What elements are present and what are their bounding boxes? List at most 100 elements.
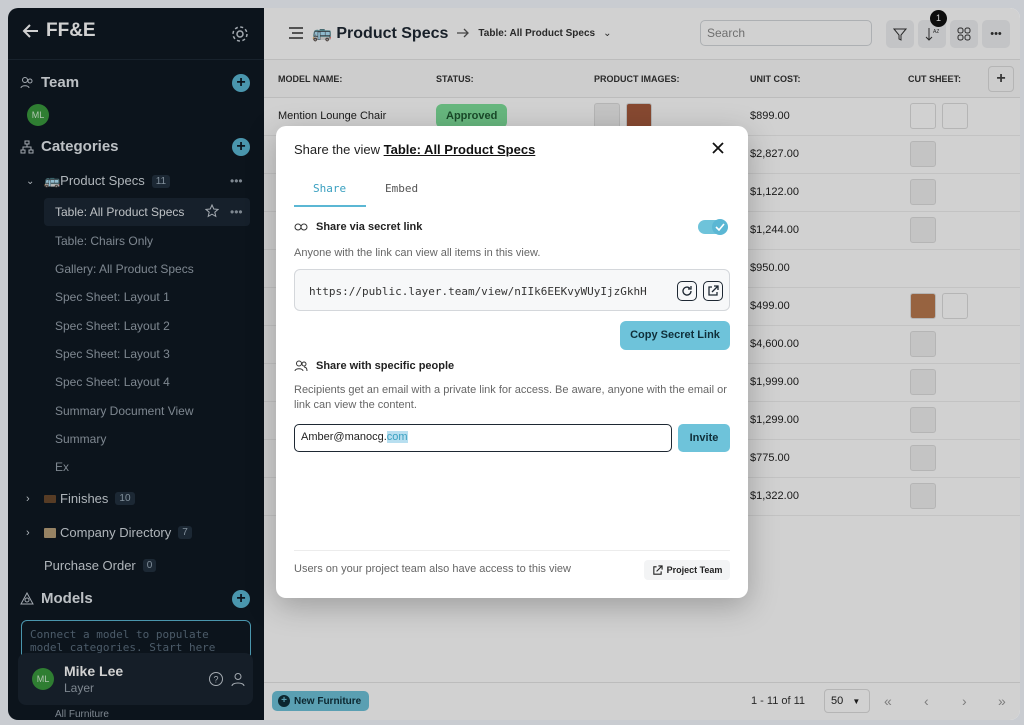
cut-sheet-thumb[interactable]: [910, 445, 936, 471]
column-header[interactable]: STATUS:: [436, 74, 474, 84]
caret-down-icon: ▼: [852, 697, 861, 706]
secret-link-field[interactable]: https://public.layer.team/view/nIIk6EEKv…: [294, 269, 730, 311]
cut-sheet-thumb[interactable]: [942, 293, 968, 319]
sidebar-view-item[interactable]: Summary: [55, 432, 106, 446]
category-label: Company Directory: [60, 525, 172, 540]
tab-share[interactable]: Share: [313, 182, 346, 195]
profile-icon[interactable]: [230, 671, 246, 687]
unit-cost-cell: $2,827.00: [750, 148, 799, 160]
add-model-button[interactable]: +: [232, 590, 250, 608]
avatar: ML: [32, 668, 54, 690]
email-input[interactable]: Amber@manocg.com: [294, 424, 672, 452]
column-header[interactable]: MODEL NAME:: [278, 74, 342, 84]
invite-button[interactable]: Invite: [678, 424, 730, 452]
sidebar-view-item[interactable]: Table: Chairs Only: [55, 234, 153, 248]
secret-link-heading-text: Share via secret link: [316, 221, 423, 233]
close-icon[interactable]: [710, 140, 726, 156]
hierarchy-icon: [20, 140, 34, 153]
category-purchase-order[interactable]: Purchase Order 0: [44, 558, 157, 573]
add-team-button[interactable]: +: [232, 74, 250, 92]
view-selector[interactable]: Table: All Product Specs: [478, 28, 595, 39]
more-icon[interactable]: •••: [230, 174, 243, 188]
tab-embed[interactable]: Embed: [385, 182, 418, 195]
sidebar-view-item[interactable]: Summary Document View: [55, 404, 194, 418]
unit-cost-cell: $1,299.00: [750, 414, 799, 426]
column-header[interactable]: UNIT COST:: [750, 74, 801, 84]
category-product-specs[interactable]: ⌄ 🚌Product Specs 11: [26, 173, 171, 189]
project-team-button[interactable]: Project Team: [644, 560, 730, 580]
regenerate-link-button[interactable]: [677, 281, 697, 301]
user-org: Layer: [64, 681, 95, 695]
secret-link-description: Anyone with the link can view all items …: [294, 247, 541, 259]
chevron-down-icon[interactable]: ⌄: [603, 28, 611, 39]
first-page-icon[interactable]: «: [884, 693, 892, 709]
unit-cost-cell: $1,999.00: [750, 376, 799, 388]
sidebar-view-item[interactable]: Ex: [55, 460, 69, 474]
search-input[interactable]: Search: [700, 20, 872, 46]
sidebar-view-item[interactable]: Spec Sheet: Layout 2: [55, 319, 170, 333]
arrow-right-icon: [457, 28, 470, 38]
cut-sheet-thumb[interactable]: [910, 141, 936, 167]
category-finishes[interactable]: › Finishes 10: [26, 491, 135, 506]
svg-text:?: ?: [213, 675, 218, 685]
copy-secret-link-button[interactable]: Copy Secret Link: [620, 321, 730, 350]
category-company-directory[interactable]: › Company Directory 7: [26, 525, 192, 540]
sidebar-view-item[interactable]: Spec Sheet: Layout 1: [55, 290, 170, 304]
sidebar-view-item[interactable]: Spec Sheet: Layout 4: [55, 375, 170, 389]
chevron-right-icon[interactable]: ›: [26, 527, 40, 539]
cut-sheet-thumb[interactable]: [910, 103, 936, 129]
star-icon[interactable]: [205, 204, 219, 218]
group-button[interactable]: [950, 20, 978, 48]
filter-button[interactable]: [886, 20, 914, 48]
sidebar-view-item[interactable]: Table: All Product Specs: [55, 205, 184, 219]
cut-sheet-thumb[interactable]: [910, 369, 936, 395]
more-options-button[interactable]: •••: [982, 20, 1010, 48]
sidebar-peek-item[interactable]: All Furniture: [55, 709, 109, 720]
models-section-header: Models: [20, 590, 93, 607]
cut-sheet-thumb[interactable]: [942, 103, 968, 129]
add-column-button[interactable]: +: [988, 66, 1014, 92]
team-label: Team: [41, 74, 80, 91]
filter-icon: [893, 28, 907, 41]
next-page-icon[interactable]: ›: [962, 693, 967, 709]
cut-sheet-thumb[interactable]: [910, 331, 936, 357]
status-badge[interactable]: Approved: [436, 104, 508, 128]
project-team-label: Project Team: [666, 565, 723, 575]
unit-cost-cell: $499.00: [750, 300, 790, 312]
brand[interactable]: FF&E: [22, 20, 96, 42]
cut-sheet-thumb[interactable]: [910, 179, 936, 205]
cut-sheet-thumb[interactable]: [910, 483, 936, 509]
new-furniture-button[interactable]: + New Furniture: [272, 691, 370, 711]
secret-link-toggle[interactable]: [698, 219, 728, 235]
gear-icon[interactable]: [230, 24, 250, 44]
help-icon[interactable]: ?: [208, 671, 224, 687]
people-icon: [294, 360, 308, 372]
more-icon[interactable]: •••: [230, 205, 243, 219]
add-category-button[interactable]: +: [232, 138, 250, 156]
user-card[interactable]: ML Mike Lee Layer ?: [18, 653, 253, 705]
column-header[interactable]: CUT SHEET:: [908, 74, 961, 84]
cut-sheet-thumb[interactable]: [910, 407, 936, 433]
column-header[interactable]: PRODUCT IMAGES:: [594, 74, 680, 84]
prev-page-icon[interactable]: ‹: [924, 693, 929, 709]
cut-sheet-thumb[interactable]: [910, 293, 936, 319]
user-name: Mike Lee: [64, 663, 124, 679]
team-avatar[interactable]: ML: [27, 104, 49, 126]
back-arrow-icon[interactable]: [22, 22, 40, 40]
chevron-right-icon[interactable]: ›: [26, 493, 40, 505]
sidebar-view-item[interactable]: Spec Sheet: Layout 3: [55, 347, 170, 361]
open-link-button[interactable]: [703, 281, 723, 301]
toggle-knob: [712, 219, 728, 235]
cut-sheet-thumb[interactable]: [910, 217, 936, 243]
page-size-select[interactable]: 50 ▼: [824, 689, 870, 713]
last-page-icon[interactable]: »: [998, 693, 1006, 709]
chevron-down-icon[interactable]: ⌄: [26, 176, 40, 187]
sort-icon: AZ: [925, 28, 939, 41]
specific-people-heading-text: Share with specific people: [316, 360, 455, 372]
models-icon: [20, 591, 34, 604]
sidebar-view-item[interactable]: Gallery: All Product Specs: [55, 262, 194, 276]
category-label: 🚌Product Specs: [44, 173, 145, 188]
table-header: MODEL NAME: STATUS: PRODUCT IMAGES: UNIT…: [264, 60, 1020, 98]
menu-icon[interactable]: [288, 26, 304, 40]
modal-title-view[interactable]: Table: All Product Specs: [384, 142, 536, 157]
